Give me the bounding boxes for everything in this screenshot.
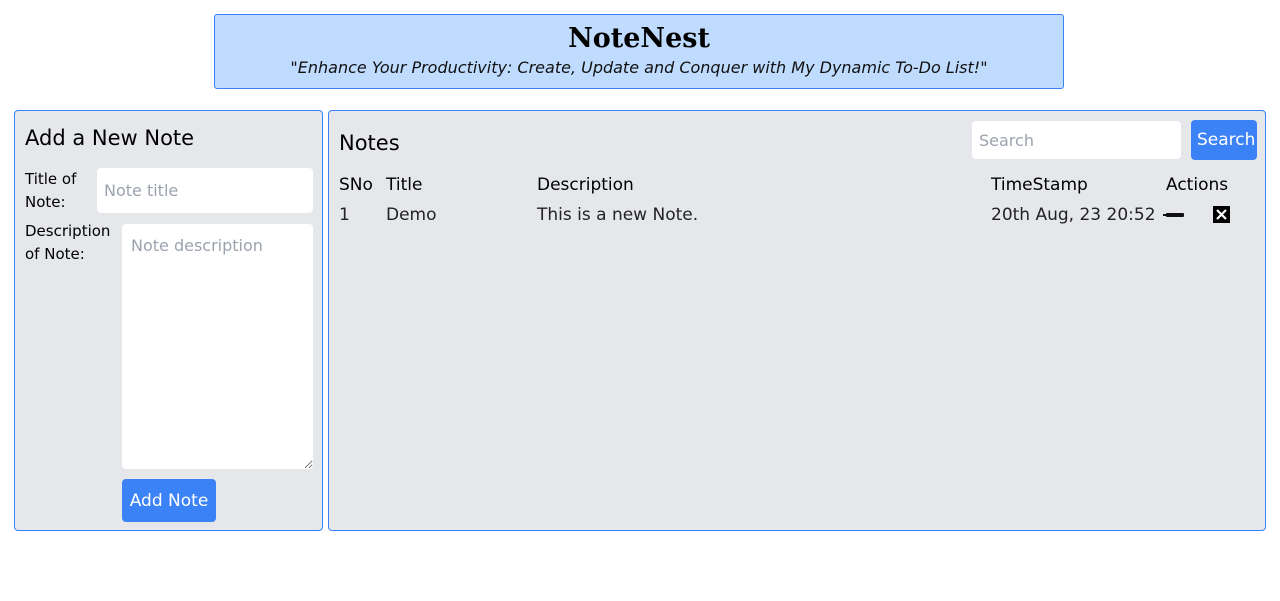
row-description: This is a new Note. xyxy=(537,205,699,225)
row-title: Demo xyxy=(386,205,437,225)
row-sno: 1 xyxy=(339,205,350,225)
notes-panel: Notes Search SNo Title Description TimeS… xyxy=(328,110,1266,531)
note-title-input[interactable] xyxy=(97,168,313,213)
row-timestamp: 20th Aug, 23 20:52 xyxy=(991,205,1156,225)
column-header-description: Description xyxy=(537,175,634,195)
column-header-sno: SNo xyxy=(339,175,373,195)
add-note-heading: Add a New Note xyxy=(25,126,195,150)
note-description-input[interactable] xyxy=(122,224,313,469)
edit-icon[interactable] xyxy=(1163,213,1184,217)
add-note-panel: Add a New Note Title of Note: Descriptio… xyxy=(14,110,323,531)
app-tagline: "Enhance Your Productivity: Create, Upda… xyxy=(290,58,988,77)
search-button[interactable]: Search xyxy=(1191,120,1257,160)
column-header-actions: Actions xyxy=(1166,175,1229,195)
note-title-label: Title of Note: xyxy=(25,170,77,211)
note-description-label: Description of Note: xyxy=(25,222,111,263)
notes-heading: Notes xyxy=(339,131,400,155)
column-header-title: Title xyxy=(386,175,423,195)
column-header-timestamp: TimeStamp xyxy=(991,175,1088,195)
app-title: NoteNest xyxy=(568,23,710,54)
app-header: NoteNest "Enhance Your Productivity: Cre… xyxy=(214,14,1064,89)
add-note-button[interactable]: Add Note xyxy=(122,479,216,522)
search-input[interactable] xyxy=(972,121,1181,159)
delete-icon[interactable] xyxy=(1213,206,1230,223)
